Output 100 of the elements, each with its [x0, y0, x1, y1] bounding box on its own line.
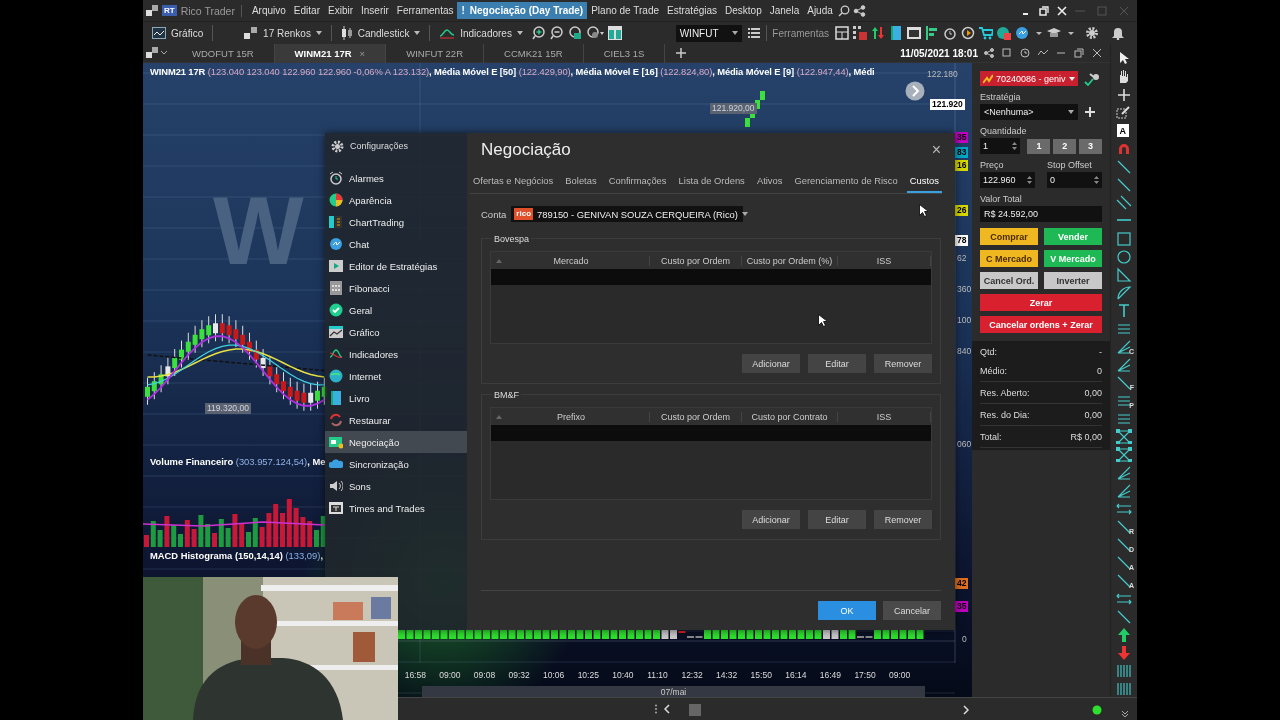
time-label: 10:06 [542, 670, 566, 680]
price-label: 100 [956, 315, 972, 326]
dialog-title: Negociação [481, 140, 571, 160]
tool-button[interactable]: A [1113, 122, 1135, 138]
indicators-dropdown[interactable]: Indicadores [436, 27, 526, 39]
time-label: 09:00 [887, 670, 912, 680]
menu-item[interactable]: Exibir [324, 2, 357, 19]
dialog-tab[interactable]: Boletas [562, 171, 600, 193]
settings-menu-item[interactable]: Editor de Estratégias [325, 255, 467, 277]
table-action-button[interactable]: Remover [874, 354, 932, 373]
column-header[interactable]: Prefixo [507, 411, 635, 422]
settings-menu-item[interactable]: Times and Trades [325, 497, 467, 519]
settings-menu-item[interactable]: Gráfico [325, 321, 467, 343]
table-action-button[interactable]: Editar [808, 354, 866, 373]
column-header[interactable]: Custo por Ordem [650, 255, 742, 266]
date-band: 07/mai [422, 686, 925, 697]
column-header[interactable]: Custo por Ordem [650, 411, 742, 422]
cancel-button[interactable]: Cancelar [883, 601, 941, 620]
table-action-button[interactable]: Adicionar [742, 354, 800, 373]
column-header[interactable]: Custo por Contrato [742, 411, 838, 422]
column-header[interactable]: ISS [838, 255, 931, 266]
group-title: Bovespa [492, 233, 532, 247]
menu-item[interactable]: Desktop [721, 2, 766, 19]
chart-tab[interactable]: CCMK21 15R [484, 43, 584, 63]
table-action-button[interactable]: Editar [808, 510, 866, 529]
symbol-dropdown[interactable]: WINFUT [675, 24, 742, 42]
dialog-tab[interactable]: Ativos [753, 171, 786, 193]
menu-item[interactable]: Janela [765, 2, 804, 19]
column-header[interactable]: ISS [838, 411, 931, 422]
stop-offset-label: Stop Offset [1047, 160, 1093, 172]
chart-tab[interactable]: WINFUT 22R [386, 43, 484, 63]
settings-menu-item[interactable]: Negociação [325, 431, 467, 453]
price-badge: 35 [955, 132, 969, 143]
order-button[interactable]: Cancelar ordens + Zerar [980, 316, 1102, 333]
time-label: 09:08 [472, 670, 497, 680]
quantity-preset-button[interactable]: 1 [1027, 138, 1051, 154]
summary-label: Res. Aberto: [980, 387, 1030, 398]
menu-item[interactable]: Estratégias [663, 2, 722, 19]
time-label: 16:14 [784, 670, 808, 680]
summary-value: - [1099, 346, 1102, 357]
order-button[interactable]: Comprar [980, 228, 1038, 245]
menu-item[interactable]: ! Negociação (Day Trade) [457, 2, 588, 19]
broker-logo: rico [514, 208, 534, 220]
close-button[interactable]: × [931, 141, 941, 159]
dialog-tab[interactable]: Custos [906, 171, 942, 193]
order-button[interactable]: Inverter [1044, 272, 1102, 289]
menu-item[interactable]: Ajuda [803, 2, 837, 19]
quantity-preset-button[interactable]: 2 [1053, 138, 1077, 154]
price-label: 78 [955, 235, 969, 246]
menu-item[interactable]: Plano de Trade [587, 2, 664, 19]
chart-tab[interactable]: CIEL3 1S [583, 43, 666, 63]
settings-menu-item[interactable]: Sincronização [325, 453, 467, 475]
order-button[interactable]: C Mercado [980, 250, 1038, 267]
table-action-button[interactable]: Adicionar [742, 510, 800, 529]
settings-title: Configurações [350, 141, 409, 151]
dialog-tab[interactable]: Confirmações [605, 171, 670, 193]
settings-menu-item[interactable]: Alarmes [325, 167, 467, 189]
dialog-tab[interactable]: Gerenciamento de Risco [791, 171, 901, 193]
quantity-preset-button[interactable]: 3 [1079, 138, 1102, 154]
chart-button[interactable]: Gráfico [149, 27, 207, 39]
menu-item[interactable]: Ferramentas [392, 2, 458, 19]
menu-item[interactable]: Editar [289, 2, 324, 19]
order-button[interactable]: Zerar [980, 294, 1102, 311]
renko-dropdown[interactable]: 17 Renkos [241, 27, 325, 39]
settings-menu-item[interactable]: Internet [325, 365, 467, 387]
chart-style-dropdown[interactable]: Candlestick [337, 26, 424, 40]
settings-menu-item[interactable]: ChartTrading [325, 211, 467, 233]
price-field[interactable]: 122.960 [980, 172, 1035, 188]
menu-item[interactable]: Inserir [357, 2, 393, 19]
account-dropdown[interactable]: 70240086 - geniv [980, 71, 1078, 86]
settings-menu-item[interactable]: Restaurar [325, 409, 467, 431]
dialog-tab[interactable]: Ofertas e Negócios [470, 171, 557, 193]
table-action-button[interactable]: Remover [874, 510, 932, 529]
volume-legend: Volume Financeiro (303.957.124,54), Me [150, 456, 326, 467]
settings-menu-item[interactable]: Geral [325, 299, 467, 321]
quantity-field[interactable]: 1 [980, 138, 1021, 154]
time-label: 09:00 [438, 670, 462, 680]
price-label: 62 [956, 253, 968, 264]
strategy-label: Estratégia [980, 92, 1022, 104]
settings-menu-item[interactable]: Livro [325, 387, 467, 409]
dialog-tab[interactable]: Lista de Ordens [675, 171, 748, 193]
column-header[interactable]: Custo por Ordem (%) [742, 255, 838, 266]
menu-item[interactable]: Arquivo [247, 2, 290, 19]
settings-menu-item[interactable]: Aparência [325, 189, 467, 211]
settings-menu-item[interactable]: Indicadores [325, 343, 467, 365]
tools-label: Ferramentas [772, 27, 829, 39]
settings-menu-item[interactable]: Sons [325, 475, 467, 497]
order-button[interactable]: Cancel Ord. [980, 272, 1038, 289]
time-label: 11:10 [646, 670, 669, 680]
column-header[interactable]: Mercado [507, 255, 635, 266]
price-label: 119.320,00 [205, 403, 251, 414]
settings-menu-item[interactable]: Chat [325, 233, 467, 255]
settings-menu-item[interactable]: Fibonacci [325, 277, 467, 299]
strategy-dropdown[interactable]: <Nenhuma> [980, 104, 1078, 120]
price-badge: 26 [955, 205, 969, 216]
chart-tab[interactable]: WDOFUT 15R [172, 43, 275, 63]
summary-value: 0,00 [1084, 387, 1102, 398]
chart-legend: WINM21 17R (123.040 123.040 122.960 122.960 -0,06% A 123.132), Média Móvel E [50] (122.429,90), Média Móvel E [16] (122.824,80), Média Móvel E [9] (122.947,44), Médi [150, 66, 875, 77]
stop-offset-field[interactable]: 0 [1047, 172, 1102, 188]
time-label: 15:50 [749, 670, 773, 680]
